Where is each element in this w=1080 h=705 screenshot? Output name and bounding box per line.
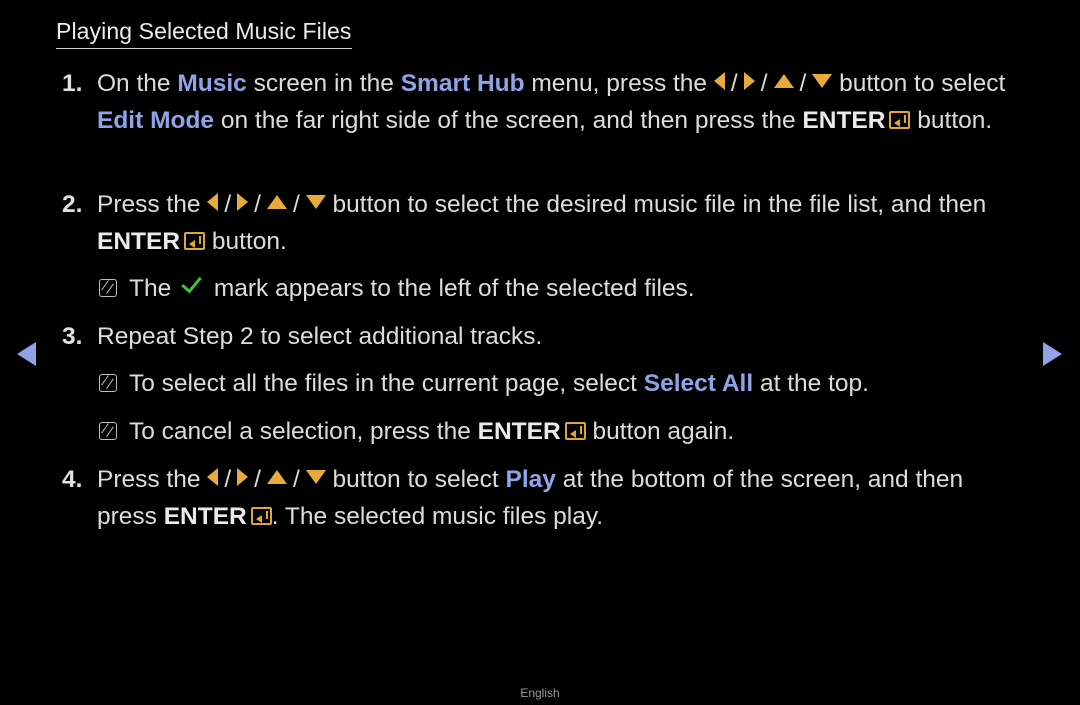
right-arrow-key-icon bbox=[237, 193, 249, 211]
text: button to select bbox=[832, 70, 1006, 97]
step-text: Repeat Step 2 to select additional track… bbox=[97, 323, 543, 350]
down-arrow-key-icon bbox=[305, 195, 326, 209]
step-3: 3. Repeat Step 2 to select additional tr… bbox=[62, 318, 1022, 355]
text: button to select the desired music file … bbox=[325, 191, 987, 218]
text: mark appears to the left of the selected… bbox=[207, 275, 695, 302]
text: To cancel a selection, press the bbox=[129, 418, 478, 445]
note-icon bbox=[99, 374, 117, 392]
enter-key-icon bbox=[184, 232, 206, 250]
left-arrow-key-icon bbox=[713, 72, 725, 90]
step-number: 3. bbox=[62, 323, 83, 350]
separator: / bbox=[254, 191, 261, 218]
right-arrow-key-icon bbox=[743, 72, 755, 90]
highlight-edit-mode: Edit Mode bbox=[97, 107, 215, 134]
enter-keyword: ENTER bbox=[802, 107, 886, 134]
text: at the top. bbox=[753, 370, 869, 397]
text: menu, press the bbox=[524, 70, 714, 97]
highlight-smart-hub: Smart Hub bbox=[400, 70, 525, 97]
step-4: 4. Press the / / / button to select Play a… bbox=[62, 461, 1022, 535]
step-text: Press the / / / button to select Play at t… bbox=[97, 461, 1022, 535]
separator: / bbox=[254, 466, 261, 493]
text: on the far right side of the screen, and… bbox=[214, 107, 803, 134]
text: . The selected music files play. bbox=[271, 503, 604, 530]
highlight-select-all: Select All bbox=[643, 370, 754, 397]
note-1: The mark appears to the left of the sele… bbox=[99, 270, 695, 307]
checkmark-icon bbox=[181, 271, 202, 294]
right-arrow-key-icon bbox=[237, 468, 249, 486]
text: button. bbox=[205, 228, 287, 255]
separator: / bbox=[292, 466, 300, 493]
highlight-play: Play bbox=[505, 466, 556, 493]
step-text: On the Music screen in the Smart Hub men… bbox=[97, 65, 1022, 139]
enter-key-icon bbox=[564, 422, 586, 440]
separator: / bbox=[730, 70, 738, 97]
previous-page-arrow-icon[interactable] bbox=[17, 342, 36, 366]
enter-keyword: ENTER bbox=[163, 503, 247, 530]
text: Press the bbox=[97, 466, 208, 493]
note-3: To cancel a selection, press the ENTER b… bbox=[99, 413, 734, 450]
down-arrow-key-icon bbox=[305, 470, 326, 484]
left-arrow-key-icon bbox=[207, 468, 219, 486]
separator: / bbox=[224, 191, 232, 218]
text: button. bbox=[910, 107, 993, 134]
text: On the bbox=[97, 70, 178, 97]
up-arrow-key-icon bbox=[266, 470, 287, 484]
enter-keyword: ENTER bbox=[477, 418, 561, 445]
down-arrow-key-icon bbox=[812, 74, 833, 88]
next-page-arrow-icon[interactable] bbox=[1043, 342, 1062, 366]
separator: / bbox=[224, 466, 232, 493]
step-number: 2. bbox=[62, 191, 83, 218]
text: The bbox=[129, 275, 179, 302]
separator: / bbox=[799, 70, 807, 97]
left-arrow-key-icon bbox=[207, 193, 219, 211]
enter-keyword: ENTER bbox=[97, 228, 181, 255]
text: screen in the bbox=[246, 70, 401, 97]
note-icon bbox=[99, 279, 117, 297]
step-text: Press the / / / button to select the desir… bbox=[97, 186, 1022, 260]
text: To select all the files in the current p… bbox=[129, 370, 644, 397]
separator: / bbox=[292, 191, 300, 218]
enter-key-icon bbox=[889, 111, 911, 129]
note-2: To select all the files in the current p… bbox=[99, 365, 869, 402]
highlight-music: Music bbox=[177, 70, 247, 97]
up-arrow-key-icon bbox=[266, 195, 287, 209]
step-1: 1. On the Music screen in the Smart Hub … bbox=[62, 65, 1022, 139]
text: button to select bbox=[325, 466, 506, 493]
text: Press the bbox=[97, 191, 208, 218]
step-number: 4. bbox=[62, 466, 83, 493]
language-label: English bbox=[520, 686, 560, 700]
section-title: Playing Selected Music Files bbox=[56, 18, 352, 49]
up-arrow-key-icon bbox=[773, 74, 794, 88]
step-2: 2. Press the / / / button to select the de… bbox=[62, 186, 1022, 260]
separator: / bbox=[760, 70, 768, 97]
step-number: 1. bbox=[62, 70, 83, 97]
enter-key-icon bbox=[250, 507, 272, 525]
note-icon bbox=[99, 422, 117, 440]
text: button again. bbox=[585, 418, 735, 445]
